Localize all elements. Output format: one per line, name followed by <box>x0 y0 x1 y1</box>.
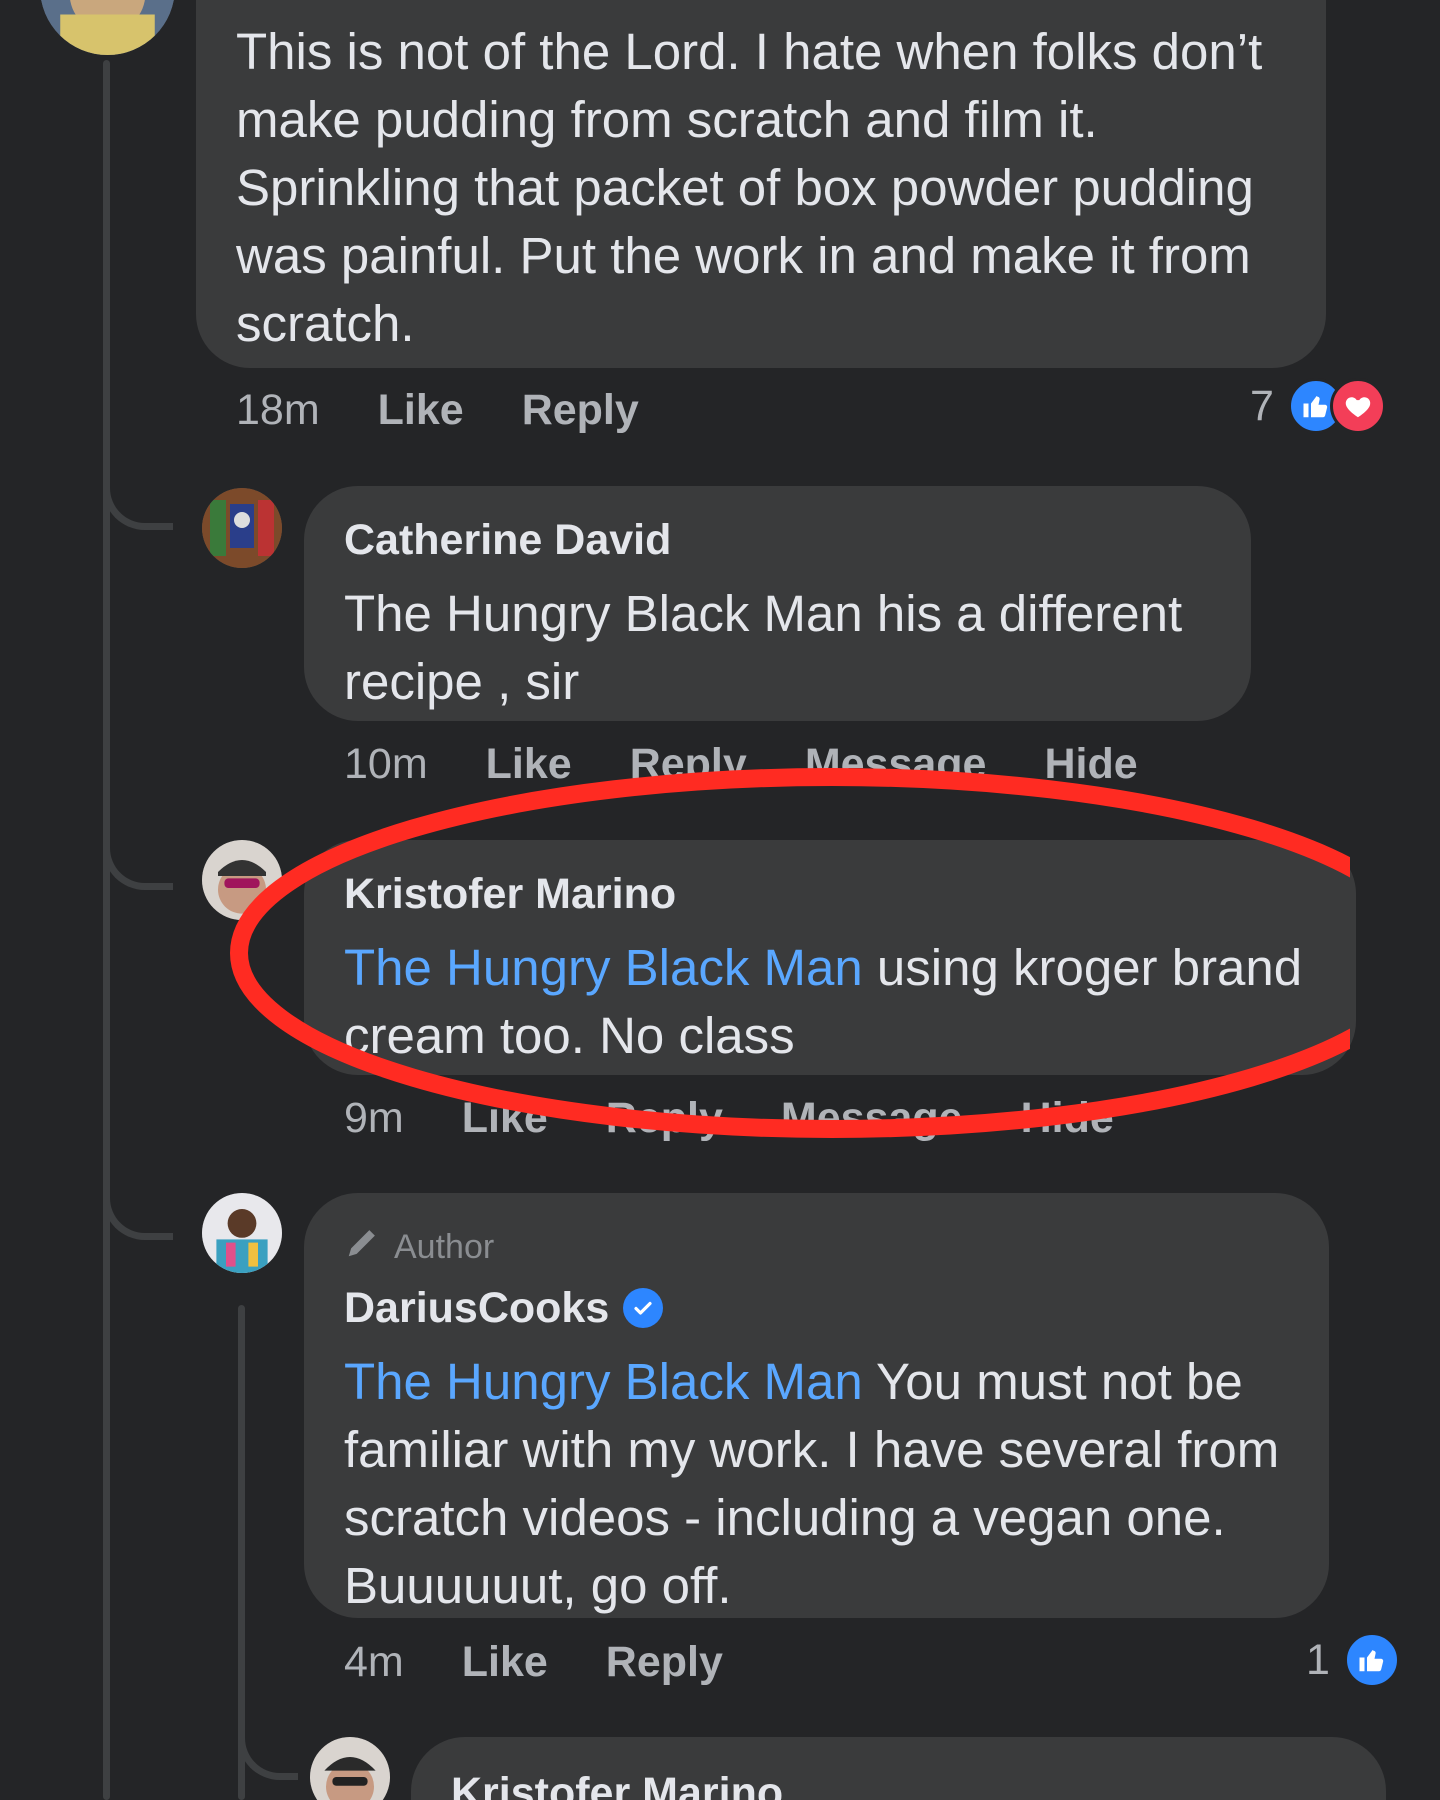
thread-connector-4 <box>238 1690 298 1780</box>
author-name[interactable]: Catherine David <box>344 514 1211 566</box>
comment-bubble: Kristofer Marino The Hungry Black Man us… <box>304 840 1356 1075</box>
comment-actions: 18m Like Reply <box>236 380 697 440</box>
hide-button[interactable]: Hide <box>1044 740 1137 789</box>
comment-time: 10m <box>344 739 428 788</box>
comment-text: The Hungry Black Man You must not be fam… <box>344 1348 1289 1620</box>
comment-time: 4m <box>344 1637 404 1686</box>
thread-connector-3 <box>103 1150 173 1240</box>
comment-text: The Hungry Black Man his a different rec… <box>344 585 1183 710</box>
author-name[interactable]: DariusCooks <box>344 1282 609 1334</box>
hide-button[interactable]: Hide <box>1021 1094 1114 1143</box>
comment-bubble: Author DariusCooks The Hungry Black Man … <box>304 1193 1329 1618</box>
pencil-icon <box>344 1223 382 1270</box>
comment-time: 9m <box>344 1093 404 1142</box>
author-name[interactable]: Kristofer Marino <box>344 868 1316 920</box>
author-badge: Author <box>344 1223 1289 1270</box>
like-button[interactable]: Like <box>462 1638 548 1687</box>
comment-bubble: This is not of the Lord. I hate when fol… <box>196 0 1326 368</box>
mention-link[interactable]: The Hungry Black Man <box>344 1353 863 1410</box>
author-name[interactable]: Kristofer Marino <box>451 1767 1346 1800</box>
avatar[interactable] <box>310 1737 390 1800</box>
reaction-summary[interactable]: 1 <box>1306 1632 1400 1688</box>
message-button[interactable]: Message <box>781 1094 963 1143</box>
avatar[interactable] <box>202 1193 282 1273</box>
message-button[interactable]: Message <box>805 740 987 789</box>
comment-actions: 9m Like Reply Message Hide <box>344 1088 1172 1148</box>
reaction-summary[interactable]: 7 <box>1250 378 1386 434</box>
reply-button[interactable]: Reply <box>522 386 639 435</box>
comment-text: This is not of the Lord. I hate when fol… <box>236 23 1263 352</box>
mention-link[interactable]: The Hungry Black Man <box>344 939 863 996</box>
like-button[interactable]: Like <box>378 386 464 435</box>
reply-button[interactable]: Reply <box>606 1094 723 1143</box>
like-button[interactable]: Like <box>486 740 572 789</box>
reply-button[interactable]: Reply <box>606 1638 723 1687</box>
reaction-count: 1 <box>1306 1635 1330 1684</box>
verified-check-icon <box>623 1288 664 1328</box>
thumbs-up-icon <box>1343 1632 1400 1688</box>
author-badge-label: Author <box>394 1227 495 1266</box>
reply-button[interactable]: Reply <box>630 740 747 789</box>
avatar[interactable] <box>202 840 282 920</box>
comment-actions: 4m Like Reply <box>344 1632 781 1692</box>
comment-actions: 10m Like Reply Message Hide <box>344 734 1196 794</box>
comment-text: The Hungry Black Man using kroger brand … <box>344 934 1316 1070</box>
author-name-row: DariusCooks <box>344 1282 1289 1334</box>
thread-line-main <box>103 60 110 1800</box>
thread-connector-1 <box>103 440 173 530</box>
heart-icon <box>1329 378 1386 434</box>
avatar[interactable] <box>40 0 175 55</box>
comment-thread: This is not of the Lord. I hate when fol… <box>0 0 1440 1800</box>
reaction-count: 7 <box>1250 381 1274 430</box>
like-button[interactable]: Like <box>462 1094 548 1143</box>
comment-time: 18m <box>236 385 320 434</box>
comment-bubble: Catherine David The Hungry Black Man his… <box>304 486 1251 721</box>
avatar[interactable] <box>202 488 282 568</box>
thread-connector-2 <box>103 800 173 890</box>
comment-bubble: Kristofer Marino <box>411 1737 1386 1800</box>
